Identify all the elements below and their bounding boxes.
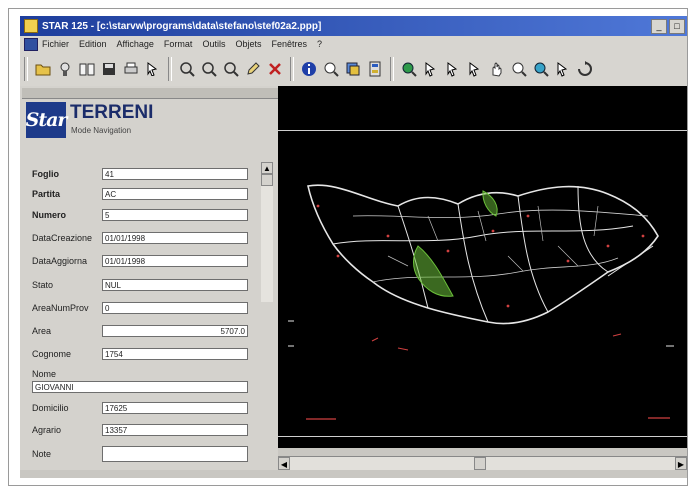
scroll-thumb[interactable] <box>261 174 273 186</box>
cadastral-map[interactable] <box>278 86 687 448</box>
menu-fichier[interactable]: Fichier <box>42 39 69 49</box>
field-note[interactable] <box>102 446 248 462</box>
menu-edition[interactable]: Edition <box>79 39 107 49</box>
field-stato[interactable]: NUL <box>102 279 248 291</box>
attribute-form: Foglio 41 Partita AC Numero 5 DataCreazi… <box>20 86 278 478</box>
field-label-domicilio: Domicilio <box>32 403 69 413</box>
window-title: STAR 125 - [c:\starvw\programs\data\stef… <box>42 20 322 32</box>
document-icon[interactable] <box>24 37 38 51</box>
field-foglio[interactable]: 41 <box>102 168 248 180</box>
menu-help[interactable]: ? <box>317 39 322 49</box>
toolbar-separator <box>24 57 28 81</box>
field-label-stato: Stato <box>32 280 54 290</box>
query-icon[interactable] <box>322 59 340 79</box>
book-icon[interactable] <box>78 59 96 79</box>
zoom-color-icon[interactable] <box>532 59 550 79</box>
title-bar[interactable]: STAR 125 - [c:\starvw\programs\data\stef… <box>20 16 687 36</box>
field-dataaggiorna[interactable]: 01/01/1998 <box>102 255 248 267</box>
field-areanumprov[interactable]: 0 <box>102 302 248 314</box>
identify-icon[interactable] <box>554 59 572 79</box>
scroll-right-icon[interactable]: ▶ <box>675 457 687 470</box>
legend-icon[interactable] <box>366 59 384 79</box>
zoom-out-icon[interactable] <box>222 59 240 79</box>
app-icon <box>24 19 38 33</box>
menu-objets[interactable]: Objets <box>235 39 261 49</box>
map-view[interactable] <box>278 86 687 448</box>
field-area[interactable]: 5707.0 <box>102 325 248 337</box>
menu-fenetres[interactable]: Fenêtres <box>271 39 307 49</box>
toolbar-separator <box>168 57 172 81</box>
print-icon[interactable] <box>122 59 140 79</box>
properties-icon[interactable] <box>56 59 74 79</box>
field-agrario[interactable]: 13357 <box>102 424 248 436</box>
minimize-button[interactable]: _ <box>651 18 667 34</box>
open-folder-icon[interactable] <box>34 59 52 79</box>
refresh-icon[interactable] <box>576 59 594 79</box>
toolbar-separator <box>390 57 394 81</box>
pencil-icon[interactable] <box>244 59 262 79</box>
field-label-nome: Nome <box>32 369 57 379</box>
field-label-agrario: Agrario <box>32 425 62 435</box>
field-label-partita: Partita <box>32 189 61 199</box>
scroll-left-icon[interactable]: ◀ <box>278 457 290 470</box>
maximize-button[interactable]: □ <box>669 18 685 34</box>
field-label-note: Note <box>32 449 52 459</box>
field-numero[interactable]: 5 <box>102 209 248 221</box>
save-icon[interactable] <box>100 59 118 79</box>
zoom-window-icon[interactable] <box>178 59 196 79</box>
scroll-up-icon[interactable]: ▲ <box>261 162 273 174</box>
field-label-areanumprov: AreaNumProv <box>32 303 89 313</box>
select-remove-icon[interactable] <box>466 59 484 79</box>
field-partita[interactable]: AC <box>102 188 248 200</box>
field-label-area: Area <box>32 326 52 336</box>
attribute-panel: Star TERRENI Mode Navigation Foglio 41 P… <box>20 86 278 478</box>
app-window: STAR 125 - [c:\starvw\programs\data\stef… <box>20 16 687 478</box>
delete-icon[interactable] <box>266 59 284 79</box>
zoom-map-icon[interactable] <box>400 59 418 79</box>
toolbar <box>20 52 687 87</box>
status-bar <box>20 470 687 478</box>
field-datacreazione[interactable]: 01/01/1998 <box>102 232 248 244</box>
form-scrollbar[interactable]: ▲ <box>261 162 273 302</box>
field-label-foglio: Foglio <box>32 169 59 179</box>
field-label-datacreazione: DataCreazione <box>32 233 93 243</box>
layers-icon[interactable] <box>344 59 362 79</box>
menu-affichage[interactable]: Affichage <box>117 39 154 49</box>
zoom-tool-icon[interactable] <box>510 59 528 79</box>
menu-bar: Fichier Edition Affichage Format Outils … <box>20 36 687 52</box>
select-add-icon[interactable] <box>444 59 462 79</box>
pan-hand-icon[interactable] <box>488 59 506 79</box>
info-icon[interactable] <box>300 59 318 79</box>
pointer-icon[interactable] <box>144 59 162 79</box>
field-domicilio[interactable]: 17625 <box>102 402 248 414</box>
field-label-numero: Numero <box>32 210 67 220</box>
menu-outils[interactable]: Outils <box>202 39 225 49</box>
field-nome[interactable]: GIOVANNI <box>32 381 248 393</box>
map-scroll-thumb[interactable] <box>474 457 486 470</box>
menu-format[interactable]: Format <box>164 39 193 49</box>
field-cognome[interactable]: 1754 <box>102 348 248 360</box>
zoom-in-icon[interactable] <box>200 59 218 79</box>
map-horizontal-scrollbar[interactable]: ◀ ▶ <box>278 456 687 471</box>
field-label-dataaggiorna: DataAggiorna <box>32 256 88 266</box>
select-arrow-icon[interactable] <box>422 59 440 79</box>
field-label-cognome: Cognome <box>32 349 72 359</box>
toolbar-separator <box>290 57 294 81</box>
